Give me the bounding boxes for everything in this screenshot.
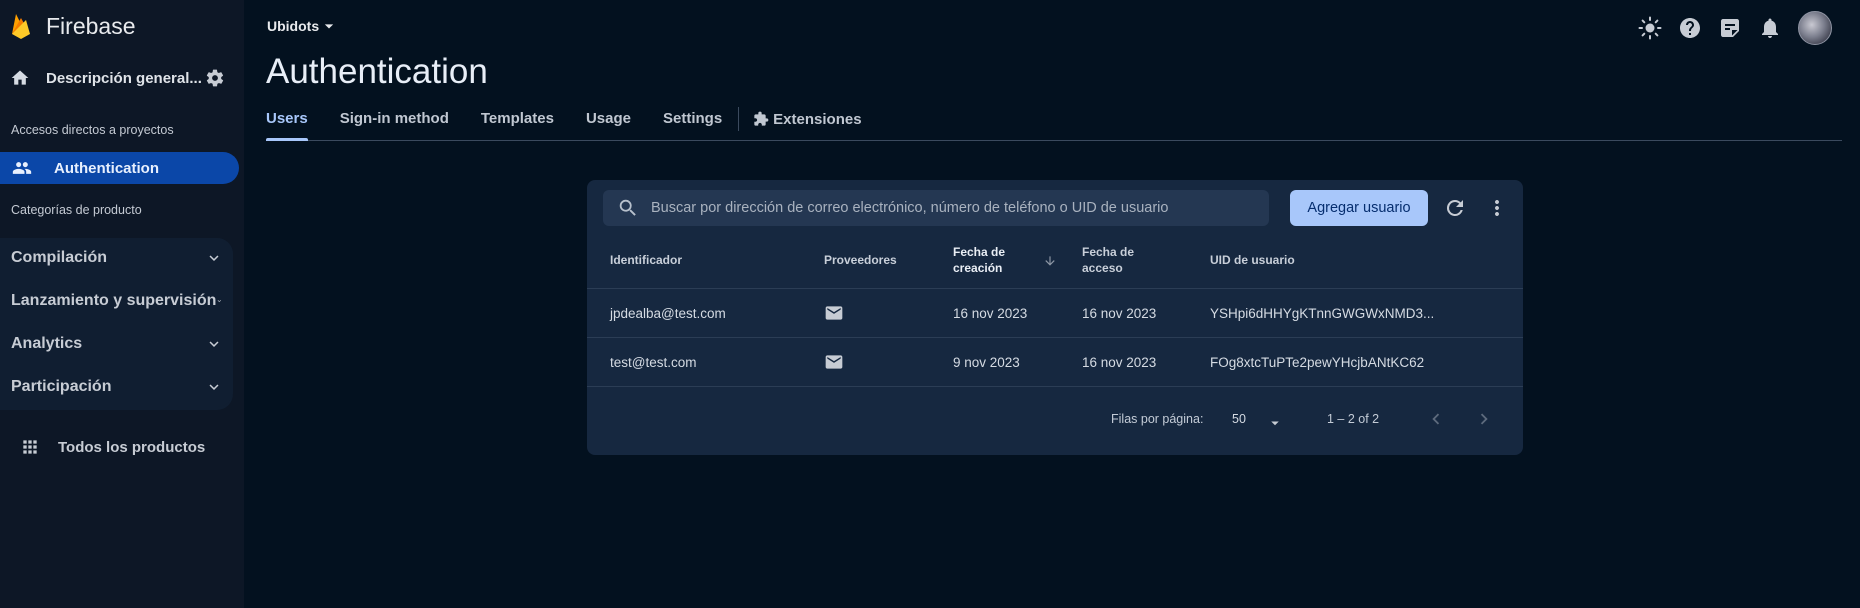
help-icon[interactable] — [1678, 16, 1702, 40]
rows-per-page-select[interactable]: 50 — [1232, 412, 1246, 426]
sidebar-item-authentication-label: Authentication — [54, 159, 159, 177]
cell-identifier: jpdealba@test.com — [610, 305, 726, 321]
sidebar-item-authentication[interactable]: Authentication — [0, 152, 239, 184]
all-products-label: Todos los productos — [58, 438, 206, 456]
category-participacion[interactable]: Participación — [0, 367, 233, 407]
search-input[interactable] — [649, 199, 1253, 217]
column-created-line2: creación — [953, 261, 1003, 275]
table-row[interactable]: jpdealba@test.com 16 nov 2023 16 nov 202… — [587, 289, 1523, 338]
chevron-down-icon — [218, 300, 222, 303]
project-overview-label: Descripción general... — [46, 69, 202, 87]
tab-users[interactable]: Users — [266, 104, 308, 141]
category-label: Lanzamiento y supervisión — [11, 292, 217, 309]
tab-extensions[interactable]: Extensiones — [753, 104, 862, 140]
column-providers[interactable]: Proveedores — [824, 252, 897, 268]
table-row[interactable]: test@test.com 9 nov 2023 16 nov 2023 FOg… — [587, 338, 1523, 387]
column-created-line1: Fecha de — [953, 245, 1006, 259]
more-vert-icon[interactable] — [1485, 196, 1509, 225]
cell-signed-in: 16 nov 2023 — [1082, 305, 1157, 321]
extension-puzzle-icon — [754, 111, 769, 126]
release-notes-icon[interactable] — [1718, 16, 1742, 40]
sidebar: Firebase Descripción general... Accesos … — [0, 0, 244, 608]
table-header: Identificador Proveedores Fecha de creac… — [587, 232, 1523, 289]
settings-gear-icon[interactable] — [205, 68, 225, 88]
categories-title: Categorías de producto — [11, 203, 142, 217]
search-icon — [617, 197, 639, 219]
users-card: Agregar usuario Identificador Proveedore… — [587, 180, 1523, 455]
theme-toggle-icon[interactable] — [1638, 16, 1662, 40]
email-icon — [824, 289, 844, 337]
firebase-logo[interactable]: Firebase — [10, 10, 135, 42]
category-label: Compilación — [11, 249, 108, 266]
chevron-down-icon — [209, 384, 219, 390]
tab-templates[interactable]: Templates — [481, 104, 554, 140]
toolbar-icons — [1638, 11, 1832, 45]
user-avatar[interactable] — [1798, 11, 1832, 45]
user-search[interactable] — [603, 190, 1269, 226]
cell-uid[interactable]: YSHpi6dHHYgKTnnGWGWxNMD3... — [1210, 289, 1434, 337]
all-products-item[interactable]: Todos los productos — [20, 432, 205, 462]
chevron-right-icon[interactable] — [1473, 408, 1495, 435]
column-uid[interactable]: UID de usuario — [1210, 252, 1295, 268]
category-lanzamiento[interactable]: Lanzamiento y supervisión — [0, 281, 233, 321]
column-identifier[interactable]: Identificador — [610, 252, 682, 268]
category-label: Participación — [11, 378, 112, 395]
chevron-left-icon[interactable] — [1425, 408, 1447, 435]
refresh-icon[interactable] — [1443, 196, 1467, 225]
tab-sign-in-method[interactable]: Sign-in method — [340, 104, 449, 140]
column-signed-in-line1: Fecha de — [1082, 245, 1135, 259]
brand-name: Firebase — [46, 12, 136, 39]
page-title: Authentication — [266, 52, 488, 91]
add-user-button[interactable]: Agregar usuario — [1290, 190, 1428, 226]
column-signed-in[interactable]: Fecha de acceso — [1082, 244, 1134, 276]
home-icon — [11, 70, 29, 85]
tab-extensions-label: Extensiones — [773, 110, 862, 128]
tab-bar: Users Sign-in method Templates Usage Set… — [266, 104, 1842, 141]
caret-down-icon[interactable] — [1266, 414, 1284, 437]
notifications-icon[interactable] — [1758, 16, 1782, 40]
pagination-range: 1 – 2 of 2 — [1327, 412, 1380, 426]
project-overview-item[interactable]: Descripción general... — [10, 62, 235, 94]
project-selector[interactable]: Ubidots — [267, 16, 339, 36]
cell-signed-in: 16 nov 2023 — [1082, 354, 1157, 370]
tab-divider — [738, 107, 740, 131]
firebase-flame-icon — [12, 14, 30, 39]
category-analytics[interactable]: Analytics — [0, 324, 233, 364]
cell-created: 16 nov 2023 — [953, 305, 1028, 321]
people-icon — [12, 162, 32, 174]
shortcuts-title: Accesos directos a proyectos — [11, 123, 174, 137]
sort-arrow-down-icon[interactable] — [1043, 254, 1057, 273]
chevron-down-icon — [209, 255, 219, 261]
column-created[interactable]: Fecha de creación — [953, 244, 1005, 276]
cell-identifier: test@test.com — [610, 354, 697, 370]
caret-down-icon — [324, 24, 334, 29]
project-name: Ubidots — [267, 18, 320, 34]
column-signed-in-line2: acceso — [1082, 261, 1123, 275]
rows-per-page-label: Filas por página: — [1111, 412, 1204, 426]
chevron-down-icon — [209, 341, 219, 347]
email-icon — [824, 338, 844, 386]
tab-usage[interactable]: Usage — [586, 104, 631, 140]
cell-created: 9 nov 2023 — [953, 354, 1020, 370]
apps-grid-icon — [23, 440, 37, 454]
cell-uid[interactable]: FOg8xtcTuPTe2pewYHcjbANtKC62 — [1210, 338, 1424, 386]
tab-settings[interactable]: Settings — [663, 104, 722, 140]
category-compilacion[interactable]: Compilación — [0, 238, 233, 278]
category-label: Analytics — [11, 335, 83, 352]
